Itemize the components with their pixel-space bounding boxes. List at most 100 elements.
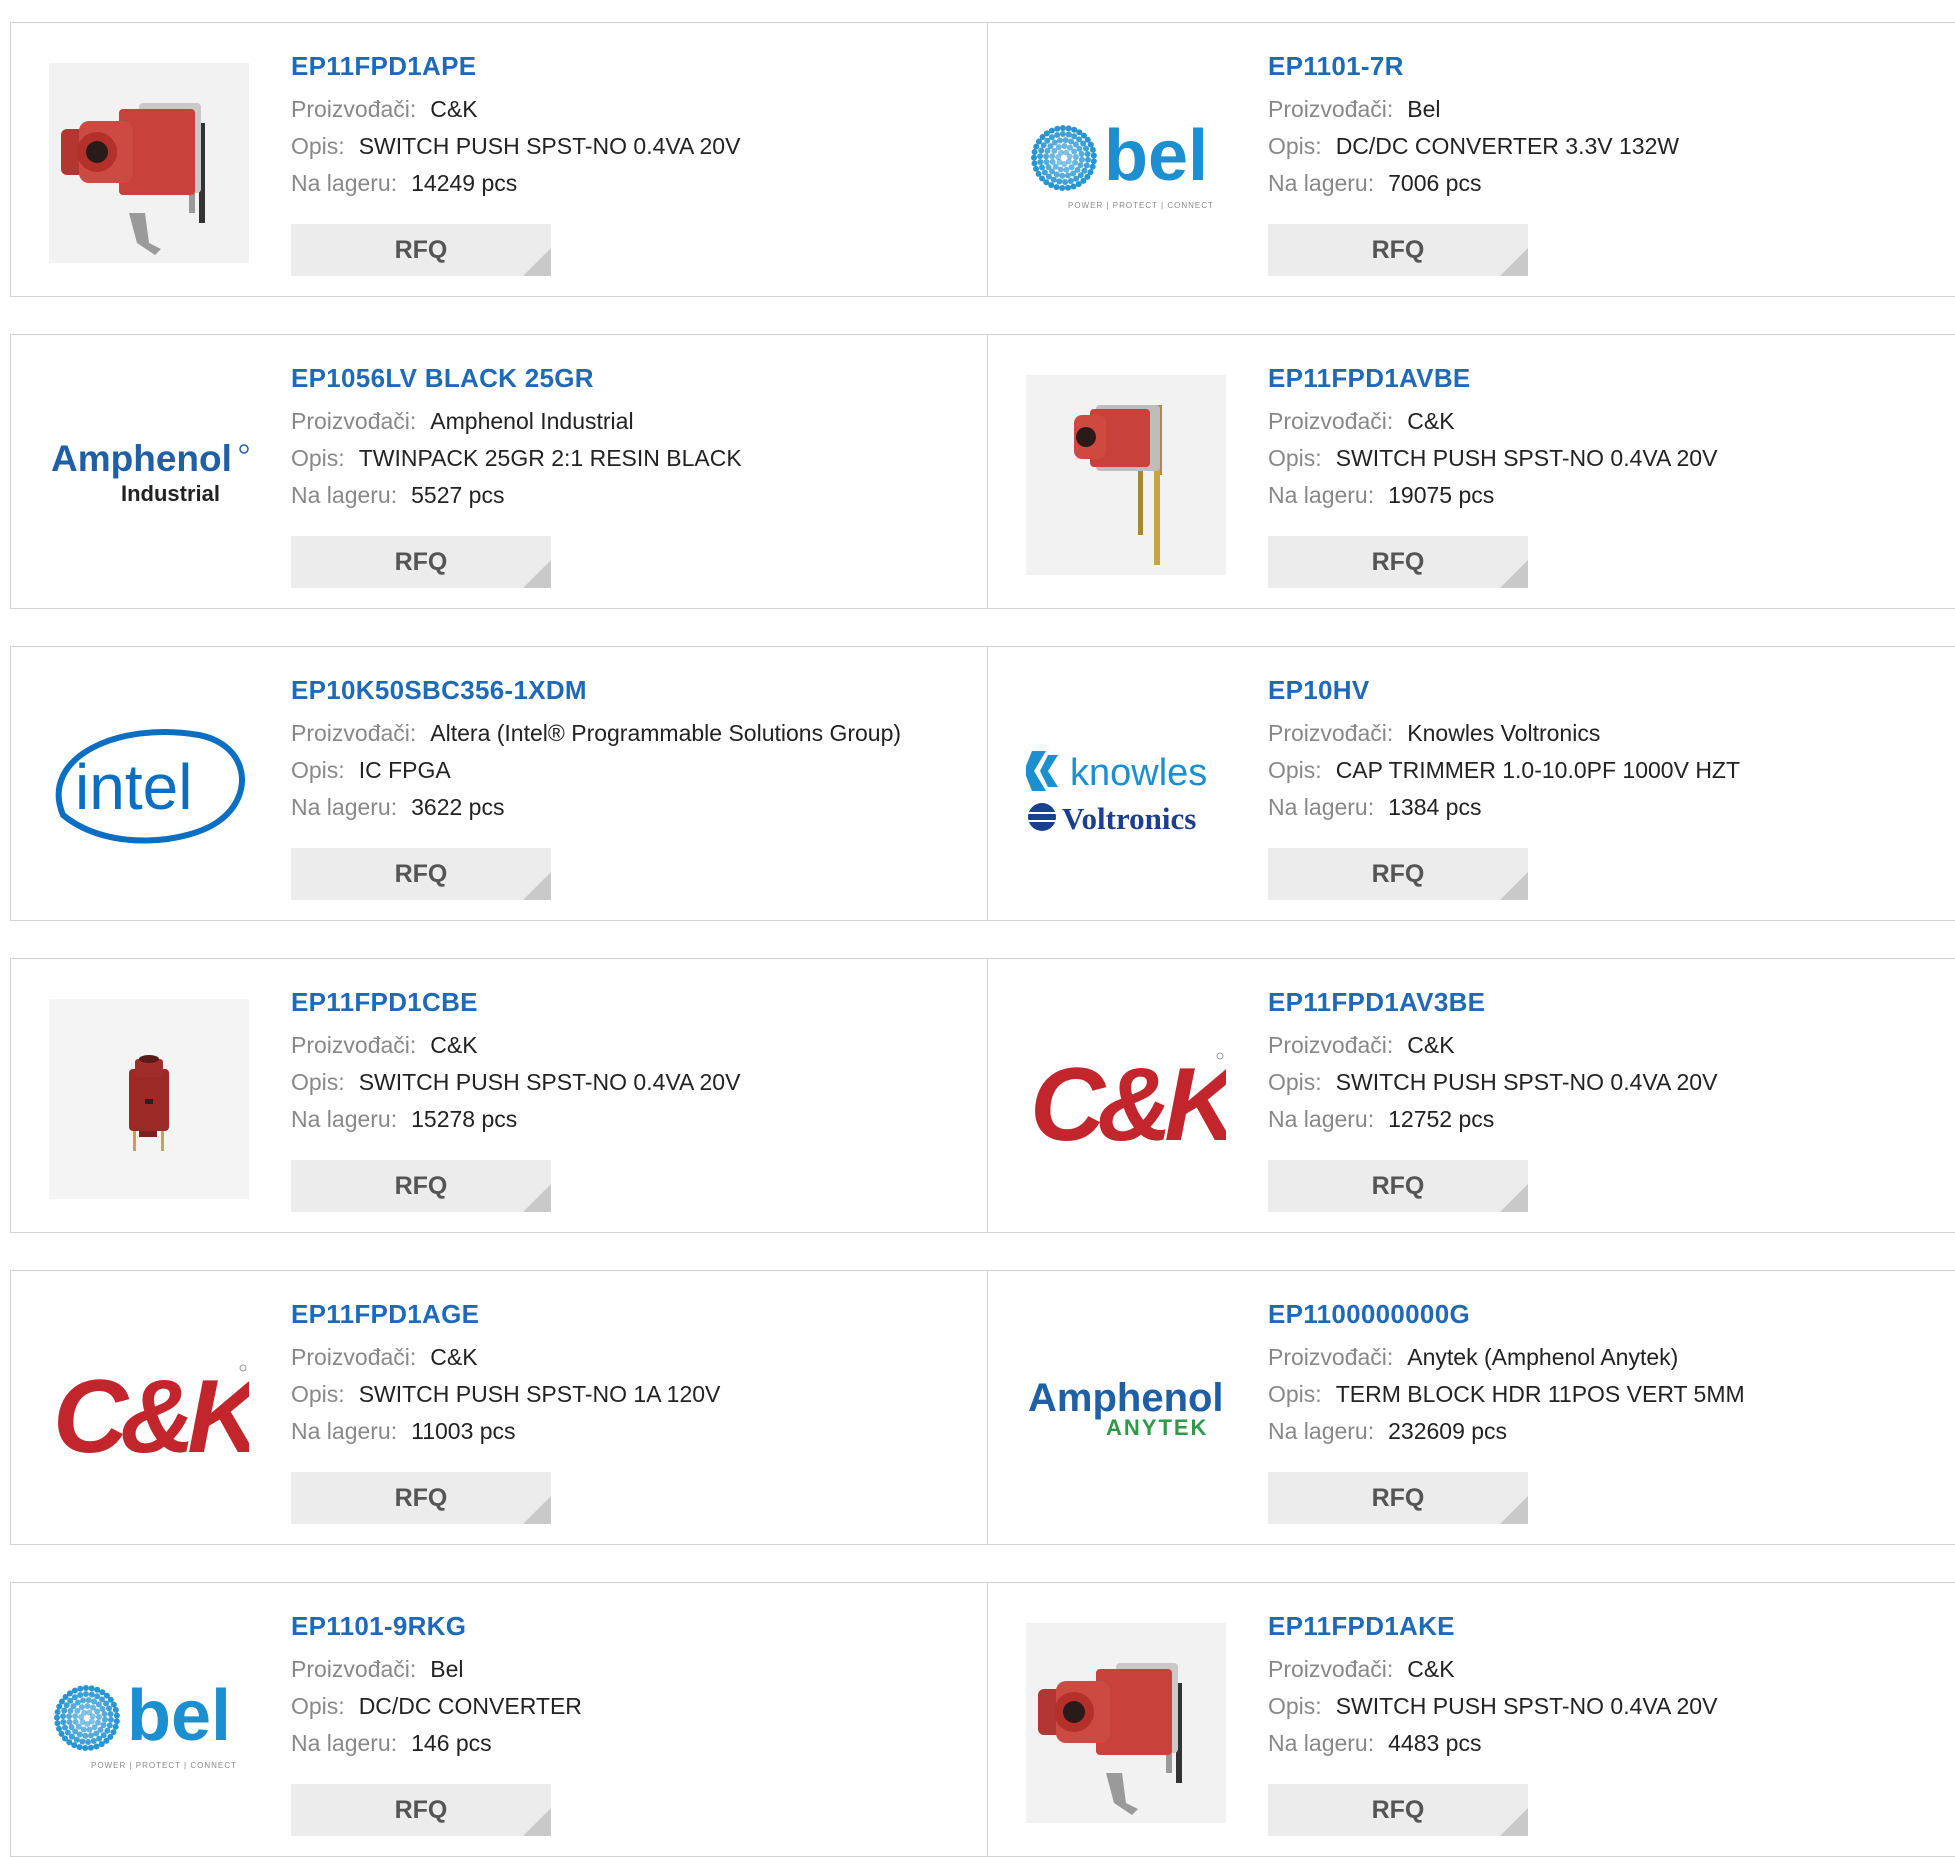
ck-logo-word: C&K (1030, 1047, 1226, 1154)
description-value: IC FPGA (358, 757, 451, 783)
manufacturer-value: Amphenol Industrial (430, 408, 634, 434)
rfq-button[interactable]: RFQ (1268, 536, 1528, 588)
product-info: EP10K50SBC356-1XDM Proizvođači: Altera (I… (291, 675, 977, 826)
manufacturer-row: Proizvođači: C&K (1268, 1651, 1945, 1688)
ck-logo: C&K (1030, 1047, 1226, 1154)
product-thumbnail[interactable] (49, 63, 249, 263)
part-number-link[interactable]: EP1101-9RKG (291, 1611, 977, 1641)
manufacturer-label: Proizvođači: (291, 1656, 417, 1682)
product-thumbnail[interactable] (1026, 375, 1226, 575)
product-thumbnail[interactable] (1026, 1623, 1226, 1823)
product-thumbnail[interactable]: Amphenol Industrial (49, 375, 249, 575)
rfq-corner-decoration (523, 1808, 551, 1836)
product-thumbnail[interactable]: C&K (49, 1311, 249, 1511)
rfq-button[interactable]: RFQ (1268, 224, 1528, 276)
anytek-logo-sub: ANYTEK (1106, 1415, 1208, 1440)
rfq-button[interactable]: RFQ (291, 1160, 551, 1212)
rfq-label: RFQ (394, 547, 448, 576)
push-switch-photo (49, 63, 249, 263)
stock-label: Na lageru: (291, 170, 398, 196)
product-thumbnail[interactable]: knowles Voltronics (1026, 687, 1226, 887)
part-number-link[interactable]: EP11FPD1AGE (291, 1299, 977, 1329)
product-thumbnail[interactable]: bel POWER | PROTECT | CONNECT (1026, 63, 1226, 263)
stock-value: 1384 pcs (1388, 794, 1482, 820)
description-label: Opis: (291, 757, 345, 783)
stock-value: 11003 pcs (411, 1418, 516, 1444)
push-switch-photo (49, 999, 249, 1199)
product-info: EP11FPD1AV3BE Proizvođači: C&K Opis: SWITC… (1268, 987, 1945, 1138)
description-row: Opis: TERM BLOCK HDR 11POS VERT 5MM (1268, 1376, 1945, 1413)
rfq-button[interactable]: RFQ (291, 1784, 551, 1836)
stock-value: 7006 pcs (1388, 170, 1482, 196)
part-number-link[interactable]: EP11FPD1CBE (291, 987, 977, 1017)
description-label: Opis: (1268, 1069, 1322, 1095)
manufacturer-label: Proizvođači: (291, 408, 417, 434)
amphenol-anytek-logo: Amphenol ANYTEK (1028, 1376, 1224, 1440)
manufacturer-value: Knowles Voltronics (1407, 720, 1601, 746)
part-number-link[interactable]: EP1100000000G (1268, 1299, 1945, 1329)
manufacturer-row: Proizvođači: Amphenol Industrial (291, 403, 977, 440)
stock-label: Na lageru: (291, 794, 398, 820)
manufacturer-row: Proizvođači: Altera (Intel® Programmable … (291, 715, 977, 752)
stock-row: Na lageru: 3622 pcs (291, 789, 977, 826)
rfq-button[interactable]: RFQ (1268, 1784, 1528, 1836)
product-info: EP1101-9RKG Proizvođači: Bel Opis: DC/DC C… (291, 1611, 977, 1762)
product-thumbnail[interactable]: bel POWER | PROTECT | CONNECT (49, 1623, 249, 1823)
rfq-corner-decoration (523, 1184, 551, 1212)
description-row: Opis: CAP TRIMMER 1.0-10.0PF 1000V HZT (1268, 752, 1945, 789)
product-card: EP11FPD1AKE Proizvođači: C&K Opis: SWITCH … (988, 1582, 1955, 1857)
product-card: EP11FPD1CBE Proizvođači: C&K Opis: SWITCH … (10, 958, 988, 1233)
description-label: Opis: (291, 445, 345, 471)
part-number-link[interactable]: EP11FPD1AKE (1268, 1611, 1945, 1641)
description-row: Opis: SWITCH PUSH SPST-NO 0.4VA 20V (291, 128, 977, 165)
product-card: C&K EP11FPD1AGE Proizvođači: C&K Opis: SWI… (10, 1270, 988, 1545)
bel-logo: bel POWER | PROTECT | CONNECT (54, 1676, 236, 1770)
rfq-button[interactable]: RFQ (291, 224, 551, 276)
bel-logo-word: bel (1104, 116, 1208, 196)
stock-label: Na lageru: (1268, 170, 1375, 196)
description-label: Opis: (1268, 1381, 1322, 1407)
manufacturer-row: Proizvođači: Bel (1268, 91, 1945, 128)
stock-label: Na lageru: (1268, 794, 1375, 820)
intel-logo: intel (55, 729, 245, 844)
description-value: SWITCH PUSH SPST-NO 1A 120V (358, 1381, 721, 1407)
description-label: Opis: (291, 133, 345, 159)
product-thumbnail[interactable]: C&K (1026, 999, 1226, 1199)
stock-row: Na lageru: 11003 pcs (291, 1413, 977, 1450)
bel-logo-word: bel (127, 1676, 231, 1756)
description-value: CAP TRIMMER 1.0-10.0PF 1000V HZT (1335, 757, 1741, 783)
bel-logo-tagline: POWER | PROTECT | CONNECT (1068, 201, 1214, 210)
rfq-button[interactable]: RFQ (291, 1472, 551, 1524)
rfq-button[interactable]: RFQ (291, 848, 551, 900)
stock-label: Na lageru: (1268, 1418, 1375, 1444)
part-number-link[interactable]: EP10HV (1268, 675, 1945, 705)
stock-row: Na lageru: 14249 pcs (291, 165, 977, 202)
product-info: EP1100000000G Proizvođači: Anytek (Amphen… (1268, 1299, 1945, 1450)
rfq-button[interactable]: RFQ (1268, 1160, 1528, 1212)
part-number-link[interactable]: EP1101-7R (1268, 51, 1945, 81)
description-value: SWITCH PUSH SPST-NO 0.4VA 20V (1335, 1069, 1718, 1095)
manufacturer-label: Proizvođači: (1268, 408, 1394, 434)
rfq-corner-decoration (1500, 248, 1528, 276)
part-number-link[interactable]: EP11FPD1AV3BE (1268, 987, 1945, 1017)
amphenol-industrial-logo: Amphenol Industrial (51, 438, 249, 506)
part-number-link[interactable]: EP1056LV BLACK 25GR (291, 363, 977, 393)
part-number-link[interactable]: EP11FPD1AVBE (1268, 363, 1945, 393)
manufacturer-value: C&K (1407, 1032, 1455, 1058)
rfq-button[interactable]: RFQ (1268, 1472, 1528, 1524)
rfq-corner-decoration (523, 248, 551, 276)
part-number-link[interactable]: EP11FPD1APE (291, 51, 977, 81)
amphenol-logo-word: Amphenol (1028, 1376, 1224, 1420)
rfq-button[interactable]: RFQ (291, 536, 551, 588)
stock-row: Na lageru: 15278 pcs (291, 1101, 977, 1138)
rfq-button[interactable]: RFQ (1268, 848, 1528, 900)
push-switch-photo (1026, 375, 1226, 575)
description-row: Opis: SWITCH PUSH SPST-NO 1A 120V (291, 1376, 977, 1413)
rfq-corner-decoration (523, 560, 551, 588)
product-thumbnail[interactable]: intel (49, 687, 249, 887)
part-number-link[interactable]: EP10K50SBC356-1XDM (291, 675, 977, 705)
product-thumbnail[interactable]: Amphenol ANYTEK (1026, 1311, 1226, 1511)
rfq-corner-decoration (1500, 1184, 1528, 1212)
product-thumbnail[interactable] (49, 999, 249, 1199)
manufacturer-value: Bel (430, 1656, 464, 1682)
